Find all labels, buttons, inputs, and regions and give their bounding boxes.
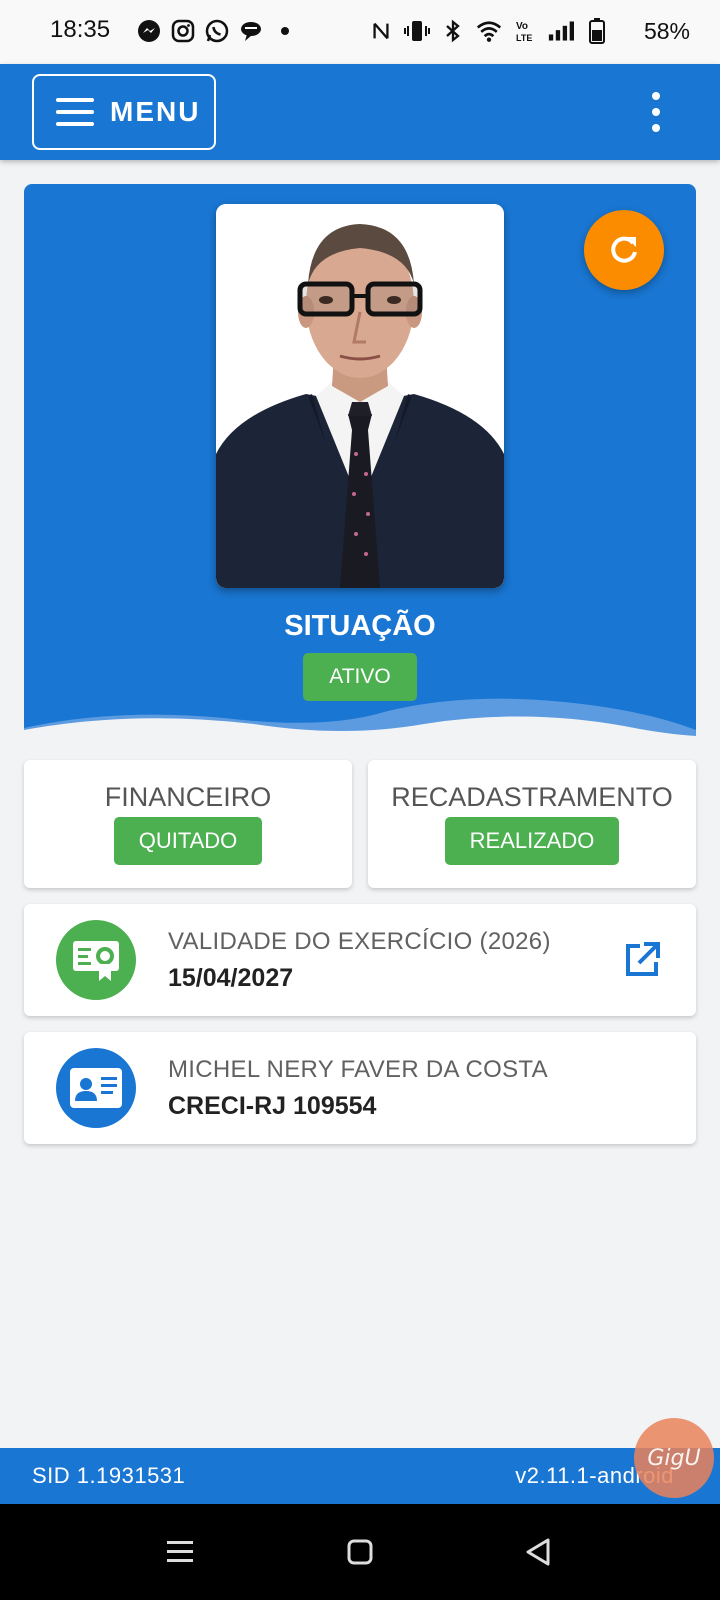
open-external-icon[interactable] bbox=[622, 940, 662, 980]
wave-divider bbox=[24, 698, 696, 740]
system-icons: Vo LTE bbox=[368, 18, 610, 44]
profile-registration: CRECI-RJ 109554 bbox=[168, 1092, 377, 1120]
nfc-icon bbox=[368, 18, 394, 44]
more-options-icon[interactable] bbox=[646, 92, 666, 132]
validade-date: 15/04/2027 bbox=[168, 964, 294, 992]
profile-card: MICHEL NERY FAVER DA COSTA CRECI-RJ 1095… bbox=[24, 1032, 696, 1144]
recadastramento-title: RECADASTRAMENTO bbox=[391, 782, 673, 812]
system-nav-bar bbox=[0, 1504, 720, 1600]
validade-label: VALIDADE DO EXERCÍCIO (2026) bbox=[168, 928, 551, 955]
bluetooth-icon bbox=[440, 18, 466, 44]
menu-button[interactable]: MENU bbox=[32, 74, 216, 150]
floating-overlay-badge[interactable]: GigU bbox=[634, 1418, 714, 1498]
menu-label: MENU bbox=[110, 96, 201, 127]
back-icon[interactable] bbox=[520, 1534, 556, 1570]
status-bar: 18:35 Vo LTE 58% bbox=[0, 0, 720, 64]
volte-icon: Vo LTE bbox=[512, 18, 538, 44]
status-time: 18:35 bbox=[50, 16, 111, 43]
profile-photo bbox=[216, 204, 504, 588]
vibrate-icon bbox=[404, 18, 430, 44]
signal-icon bbox=[548, 18, 574, 44]
home-icon[interactable] bbox=[342, 1534, 378, 1570]
financeiro-card: FINANCEIRO QUITADO bbox=[24, 760, 352, 888]
footer-bar: SID 1.1931531 v2.11.1-android bbox=[0, 1448, 720, 1504]
app-bar: MENU bbox=[0, 64, 720, 160]
recadastramento-card: RECADASTRAMENTO REALIZADO bbox=[368, 760, 696, 888]
recadastramento-status-badge: REALIZADO bbox=[445, 817, 619, 865]
wifi-icon bbox=[476, 18, 502, 44]
instagram-icon bbox=[170, 18, 196, 44]
battery-icon bbox=[584, 18, 610, 44]
refresh-button[interactable] bbox=[584, 210, 664, 290]
session-id: SID 1.1931531 bbox=[32, 1463, 186, 1488]
chat-bubble-icon bbox=[238, 18, 264, 44]
financeiro-status-badge: QUITADO bbox=[114, 817, 262, 865]
hamburger-icon bbox=[56, 98, 94, 126]
validade-card[interactable]: VALIDADE DO EXERCÍCIO (2026) 15/04/2027 bbox=[24, 904, 696, 1016]
whatsapp-icon bbox=[204, 18, 230, 44]
id-card-icon bbox=[56, 1048, 136, 1128]
financeiro-title: FINANCEIRO bbox=[104, 782, 272, 812]
profile-hero: SITUAÇÃO ATIVO bbox=[24, 184, 696, 740]
profile-name: MICHEL NERY FAVER DA COSTA bbox=[168, 1056, 548, 1083]
messenger-icon bbox=[136, 18, 162, 44]
notification-icons bbox=[136, 18, 298, 44]
certificate-icon bbox=[56, 920, 136, 1000]
situacao-label: SITUAÇÃO bbox=[284, 610, 436, 642]
refresh-icon bbox=[611, 236, 637, 263]
recent-apps-icon[interactable] bbox=[162, 1534, 198, 1570]
dot-icon bbox=[272, 18, 298, 44]
svg-text:Vo: Vo bbox=[516, 21, 528, 32]
svg-text:LTE: LTE bbox=[516, 33, 532, 43]
battery-percent: 58% bbox=[643, 18, 690, 44]
